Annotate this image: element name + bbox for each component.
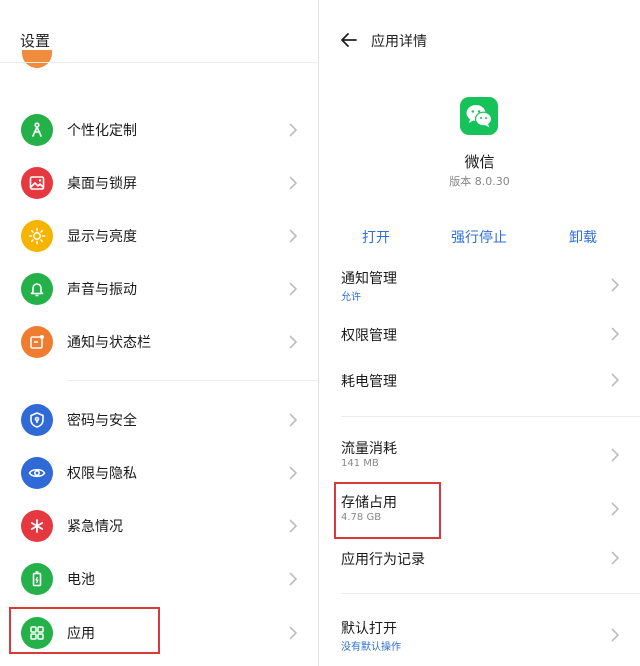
menu-item-desktop-lock[interactable]: 桌面与锁屏 <box>0 156 318 209</box>
menu-item-label: 应用 <box>67 625 95 642</box>
menu-item-label: 显示与亮度 <box>67 228 137 245</box>
partial-menu-icon <box>22 50 52 68</box>
detail-item-label: 权限管理 <box>341 328 397 344</box>
menu-item-display[interactable]: 显示与亮度 <box>0 209 318 262</box>
chevron-right-icon <box>289 571 298 586</box>
detail-item-sub: 4.78 GB <box>341 512 382 523</box>
detail-item-power[interactable]: 耗电管理 <box>319 360 640 400</box>
settings-title: 设置 <box>20 32 51 50</box>
menu-item-label: 紧急情况 <box>67 518 123 535</box>
detail-item-sub: 没有默认操作 <box>341 642 401 653</box>
back-arrow-icon[interactable] <box>339 30 359 50</box>
menu-item-label: 通知与状态栏 <box>67 334 151 351</box>
chevron-right-icon <box>289 518 298 533</box>
shield-icon <box>21 403 53 436</box>
menu-item-label: 桌面与锁屏 <box>67 175 137 192</box>
detail-item-label: 应用行为记录 <box>341 552 425 568</box>
detail-item-label: 默认打开 <box>341 621 397 637</box>
menu-item-apps[interactable]: 应用 <box>0 606 318 659</box>
menu-item-permission-privacy[interactable]: 权限与隐私 <box>0 446 318 499</box>
app-name: 微信 <box>464 153 495 171</box>
chevron-right-icon <box>289 281 298 296</box>
app-version: 版本 8.0.30 <box>449 175 510 188</box>
app-detail-pane: 应用详情 微信 版本 8.0.30 打开 强行停止 卸载 通知管理 允许 权限管… <box>319 0 640 666</box>
section-divider <box>341 416 640 417</box>
menu-item-sound[interactable]: 声音与振动 <box>0 262 318 315</box>
detail-item-label: 通知管理 <box>341 271 397 287</box>
chevron-right-icon <box>289 122 298 137</box>
detail-item-behavior-log[interactable]: 应用行为记录 <box>319 538 640 578</box>
menu-item-password-security[interactable]: 密码与安全 <box>0 393 318 446</box>
sun-icon <box>21 219 53 252</box>
chevron-right-icon <box>289 412 298 427</box>
detail-item-default-open[interactable]: 默认打开 没有默认操作 <box>319 612 640 660</box>
force-stop-button[interactable]: 强行停止 <box>451 227 507 247</box>
uninstall-button[interactable]: 卸载 <box>569 227 597 247</box>
header-divider <box>0 62 318 63</box>
eye-icon <box>21 456 53 489</box>
menu-item-label: 权限与隐私 <box>67 465 137 482</box>
detail-item-label: 耗电管理 <box>341 374 397 390</box>
chevron-right-icon <box>289 175 298 190</box>
wechat-app-icon <box>460 97 498 135</box>
menu-item-label: 密码与安全 <box>67 412 137 429</box>
detail-item-label: 存储占用 <box>341 495 397 511</box>
menu-item-personalize[interactable]: 个性化定制 <box>0 103 318 156</box>
menu-item-emergency[interactable]: 紧急情况 <box>0 499 318 552</box>
detail-item-storage[interactable]: 存储占用 4.78 GB <box>319 486 640 534</box>
chevron-right-icon <box>611 373 620 387</box>
chevron-right-icon <box>289 334 298 349</box>
apps-grid-icon <box>21 616 53 649</box>
detail-item-sub: 141 MB <box>341 458 379 469</box>
notification-icon <box>21 325 53 358</box>
page-title: 应用详情 <box>371 34 427 50</box>
open-button[interactable]: 打开 <box>362 227 390 247</box>
chevron-right-icon <box>611 551 620 565</box>
chevron-right-icon <box>289 465 298 480</box>
personalize-icon <box>21 113 53 146</box>
chevron-right-icon <box>289 625 298 640</box>
settings-pane: 设置 个性化定制 桌面与锁屏 显示与亮度 声音与振动 通知与状态栏 密码与安全 … <box>0 0 318 666</box>
menu-item-label: 电池 <box>67 571 95 588</box>
bell-icon <box>21 272 53 305</box>
menu-item-label: 个性化定制 <box>67 122 137 139</box>
menu-item-battery[interactable]: 电池 <box>0 552 318 605</box>
chevron-right-icon <box>289 228 298 243</box>
section-divider <box>341 593 640 594</box>
image-icon <box>21 166 53 199</box>
chevron-right-icon <box>611 327 620 341</box>
chevron-right-icon <box>611 502 620 516</box>
detail-item-permissions[interactable]: 权限管理 <box>319 314 640 354</box>
chevron-right-icon <box>611 278 620 292</box>
battery-icon <box>21 562 53 595</box>
section-divider <box>67 380 318 381</box>
detail-item-data-usage[interactable]: 流量消耗 141 MB <box>319 432 640 480</box>
chevron-right-icon <box>611 448 620 462</box>
menu-item-label: 声音与振动 <box>67 281 137 298</box>
asterisk-icon <box>21 509 53 542</box>
detail-item-label: 流量消耗 <box>341 441 397 457</box>
wechat-logo-icon <box>466 105 493 128</box>
menu-item-notification[interactable]: 通知与状态栏 <box>0 315 318 368</box>
chevron-right-icon <box>611 628 620 642</box>
detail-item-sub: 允许 <box>341 292 361 303</box>
detail-item-notification[interactable]: 通知管理 允许 <box>319 262 640 310</box>
